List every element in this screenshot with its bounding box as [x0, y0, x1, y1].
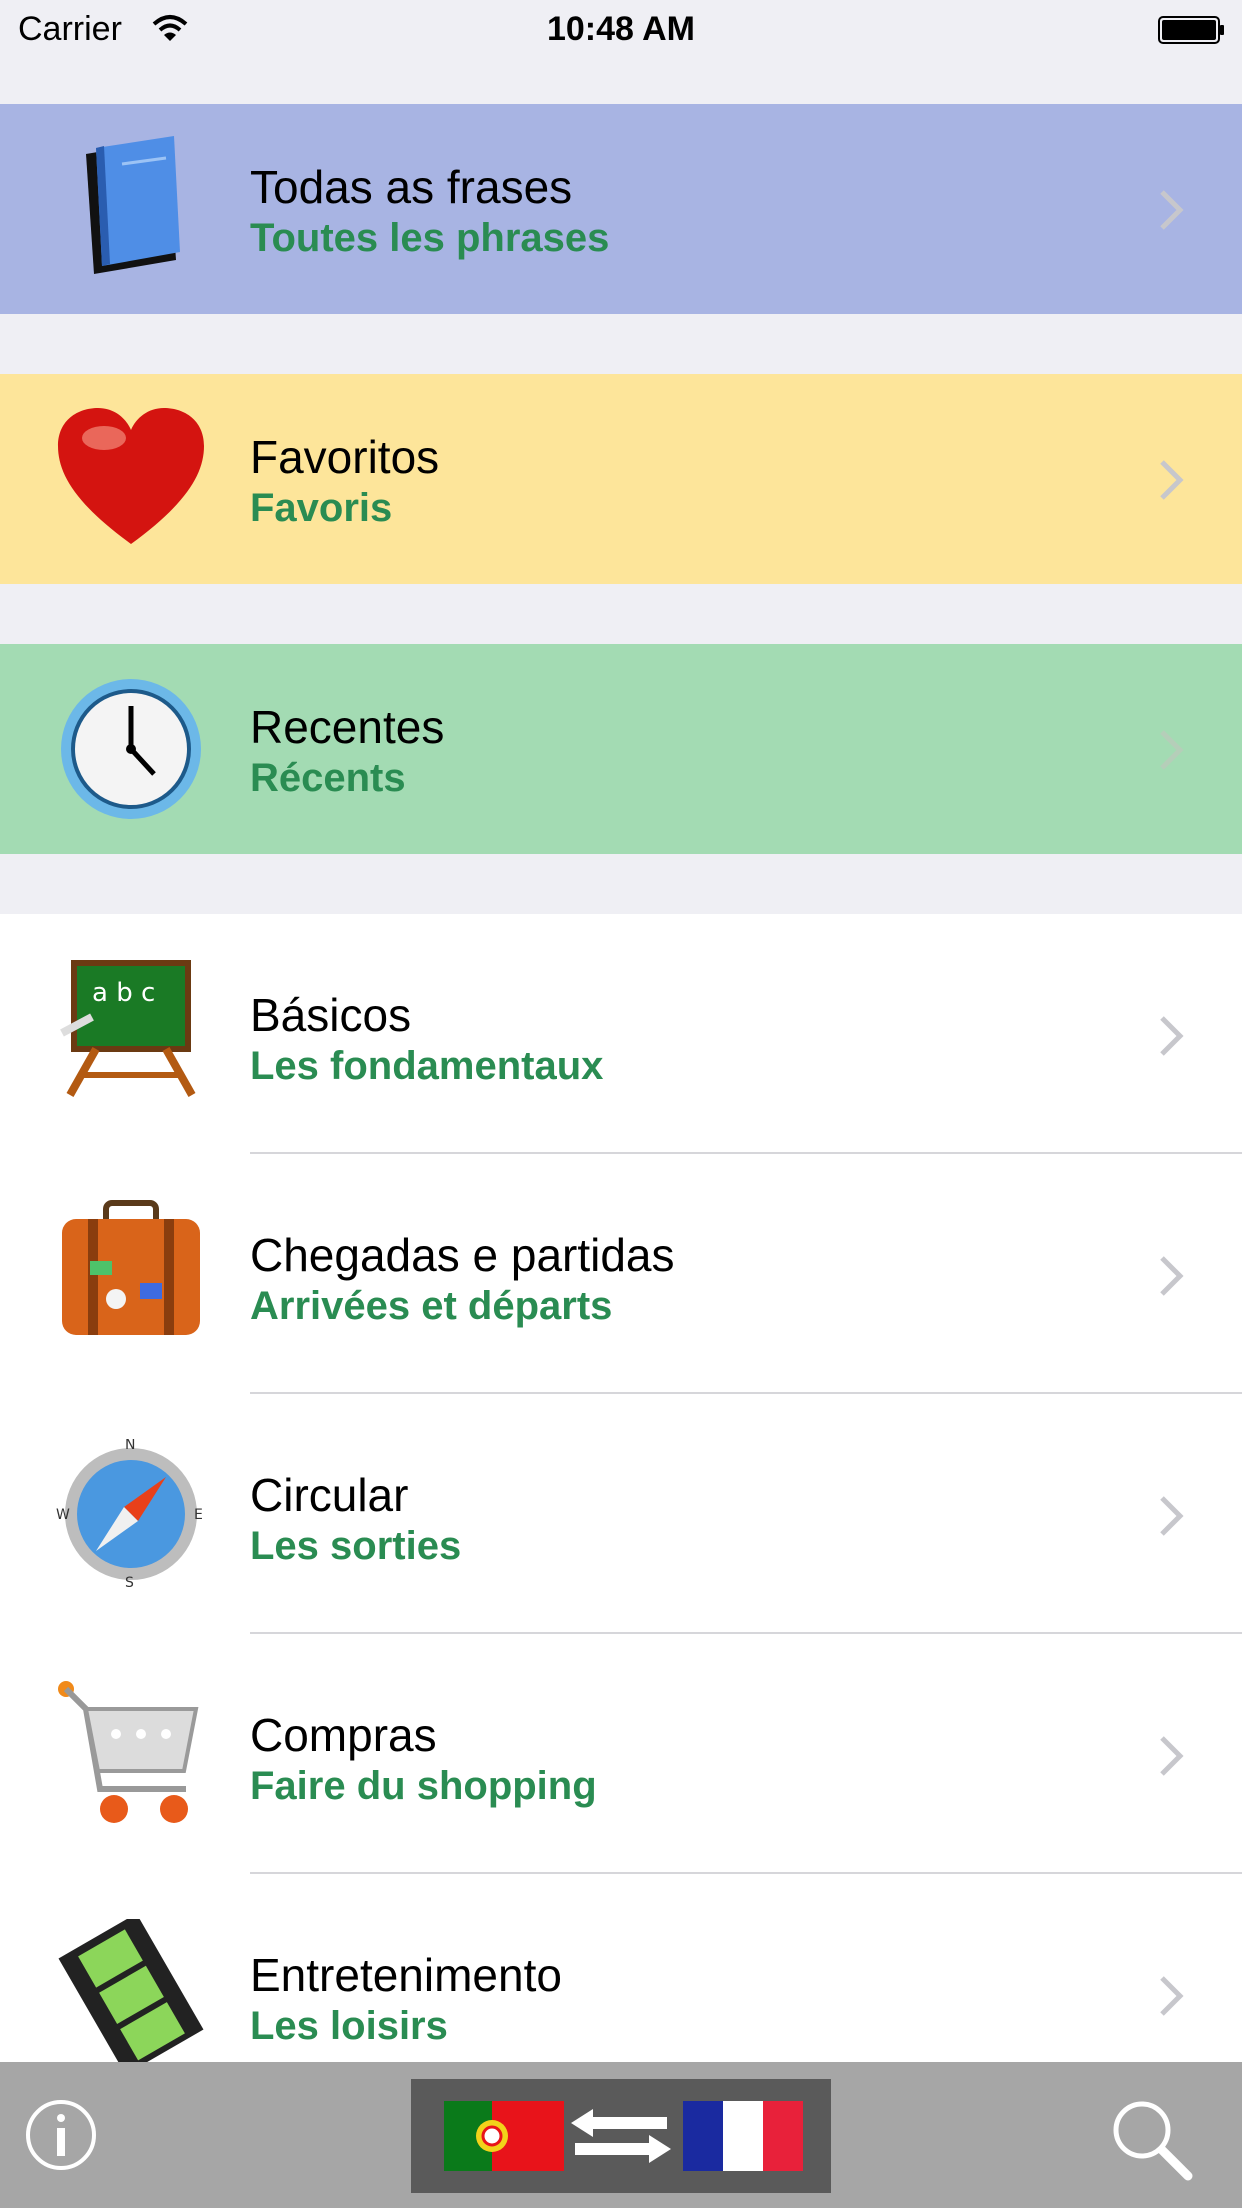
row-subtitle: Les fondamentaux — [250, 1044, 604, 1088]
svg-text:S: S — [125, 1575, 134, 1589]
shopping-cart-icon — [58, 1681, 199, 1823]
clock-icon — [61, 679, 201, 819]
row-subtitle: Toutes les phrases — [250, 216, 610, 260]
chevron-right-icon — [1160, 460, 1184, 500]
chevron-right-icon — [1160, 190, 1184, 230]
info-icon[interactable] — [24, 2098, 98, 2172]
suitcase-icon — [62, 1200, 200, 1335]
battery-icon — [1158, 16, 1224, 44]
row-title: Chegadas e partidas — [250, 1229, 675, 1281]
row-subtitle: Les loisirs — [250, 2004, 448, 2048]
category-item-entertainment[interactable]: Entretenimento Les loisirs — [0, 1874, 1242, 2062]
category-item-arrivals[interactable]: Chegadas e partidas Arrivées et départs — [0, 1154, 1242, 1394]
language-switch-button[interactable] — [411, 2079, 831, 2193]
swap-arrows-icon — [571, 2109, 671, 2163]
france-flag-icon — [683, 2101, 803, 2171]
row-subtitle: Faire du shopping — [250, 1764, 597, 1808]
row-title: Básicos — [250, 989, 412, 1041]
svg-text:a b c: a b c — [92, 978, 155, 1008]
svg-text:N: N — [125, 1439, 135, 1453]
menu-item-all-phrases[interactable]: Todas as frases Toutes les phrases — [0, 104, 1242, 314]
row-subtitle: Arrivées et départs — [250, 1284, 613, 1328]
row-title: Recentes — [250, 701, 445, 753]
menu-item-recent[interactable]: Recentes Récents — [0, 644, 1242, 854]
row-title: Circular — [250, 1469, 409, 1521]
chevron-right-icon — [1160, 1976, 1184, 2016]
menu-item-favorites[interactable]: Favoritos Favoris — [0, 374, 1242, 584]
portugal-flag-icon — [444, 2101, 564, 2171]
chevron-right-icon — [1160, 1256, 1184, 1296]
svg-text:E: E — [194, 1507, 203, 1523]
chevron-right-icon — [1160, 1736, 1184, 1776]
bottom-toolbar — [0, 2062, 1242, 2208]
search-icon[interactable] — [1108, 2096, 1194, 2182]
row-title: Compras — [250, 1709, 437, 1761]
chevron-right-icon — [1160, 730, 1184, 770]
category-list: a b c Básicos Les fondamentaux Chegadas … — [0, 914, 1242, 2062]
chevron-right-icon — [1160, 1496, 1184, 1536]
heart-icon — [58, 408, 204, 544]
film-icon — [58, 1919, 204, 2062]
chalkboard-icon: a b c — [60, 960, 196, 1097]
category-item-getting-around[interactable]: N S W E Circular Les sorties — [0, 1394, 1242, 1634]
row-title: Todas as frases — [250, 161, 573, 213]
clock-time: 10:48 AM — [546, 10, 696, 48]
svg-text:W: W — [56, 1507, 70, 1523]
category-item-basics[interactable]: a b c Básicos Les fondamentaux — [0, 914, 1242, 1154]
row-title: Entretenimento — [250, 1949, 562, 2001]
compass-icon: N S W E — [56, 1439, 203, 1589]
row-subtitle: Les sorties — [250, 1524, 462, 1568]
row-title: Favoritos — [250, 431, 440, 483]
row-subtitle: Récents — [250, 756, 406, 800]
status-bar: Carrier 10:48 AM — [0, 0, 1242, 62]
chevron-right-icon — [1160, 1016, 1184, 1056]
row-subtitle: Favoris — [250, 486, 393, 530]
book-icon — [86, 136, 180, 274]
category-item-shopping[interactable]: Compras Faire du shopping — [0, 1634, 1242, 1874]
